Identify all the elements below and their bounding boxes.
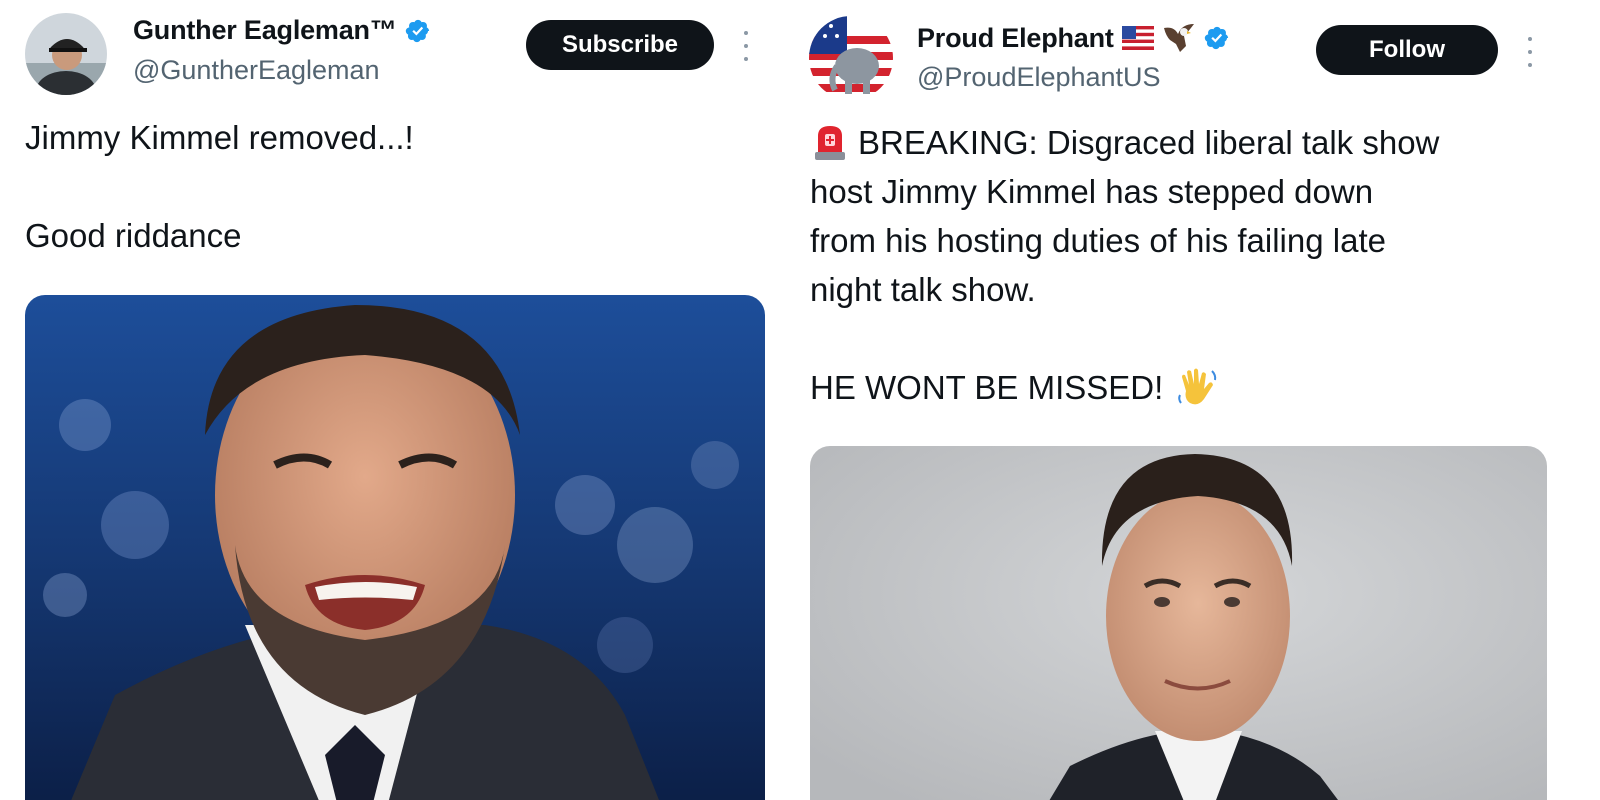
avatar[interactable] <box>809 16 893 100</box>
subscribe-button[interactable]: Subscribe <box>526 20 714 70</box>
tweet-text-final: HE WONT BE MISSED! <box>810 369 1164 406</box>
handle[interactable]: @GuntherEagleman <box>133 55 380 86</box>
display-name[interactable]: Gunther Eagleman™ <box>133 15 397 46</box>
police-light-emoji <box>815 126 845 161</box>
tweet-proud-elephant: Proud Elephant @ProudElephantUS Follow B… <box>800 0 1600 800</box>
name-row: Proud Elephant <box>917 22 1230 54</box>
handle[interactable]: @ProudElephantUS <box>917 62 1161 93</box>
more-options-icon[interactable] <box>741 31 751 61</box>
display-name[interactable]: Proud Elephant <box>917 23 1114 54</box>
avatar-image <box>25 13 107 95</box>
tweet-text: BREAKING: Disgraced liberal talk show ho… <box>810 118 1590 412</box>
tweet-text-line: night talk show. <box>810 271 1036 308</box>
tweet-text-line: Good riddance <box>25 217 242 254</box>
avatar[interactable] <box>25 13 107 95</box>
tweet-text-line: BREAKING: Disgraced liberal talk show <box>810 118 1590 167</box>
more-options-icon[interactable] <box>1525 37 1535 67</box>
tweet-text-line-1: BREAKING: Disgraced liberal talk show <box>858 124 1440 161</box>
us-flag-emoji <box>1121 26 1154 50</box>
name-row: Gunther Eagleman™ <box>133 15 431 46</box>
tweet-text: Jimmy Kimmel removed...! Good riddance <box>25 113 414 260</box>
tweet-text-line: HE WONT BE MISSED! <box>810 363 1590 412</box>
tweet-text-line: Jimmy Kimmel removed...! <box>25 119 414 156</box>
tweet-media-image[interactable] <box>810 446 1547 800</box>
eagle-emoji <box>1163 24 1194 52</box>
tweet-text-line: host Jimmy Kimmel has stepped down <box>810 173 1374 210</box>
waving-hand-emoji <box>1178 368 1217 405</box>
follow-button[interactable]: Follow <box>1316 25 1498 75</box>
tweet-gunther: Gunther Eagleman™ @GuntherEagleman Subsc… <box>0 0 800 800</box>
tweet-media-image[interactable] <box>25 295 765 800</box>
avatar-image <box>809 16 893 100</box>
tweet-text-line: from his hosting duties of his failing l… <box>810 222 1386 259</box>
verified-badge-icon <box>1204 26 1228 50</box>
verified-badge-icon <box>405 19 429 42</box>
screenshot-collage: Gunther Eagleman™ @GuntherEagleman Subsc… <box>0 0 1600 800</box>
